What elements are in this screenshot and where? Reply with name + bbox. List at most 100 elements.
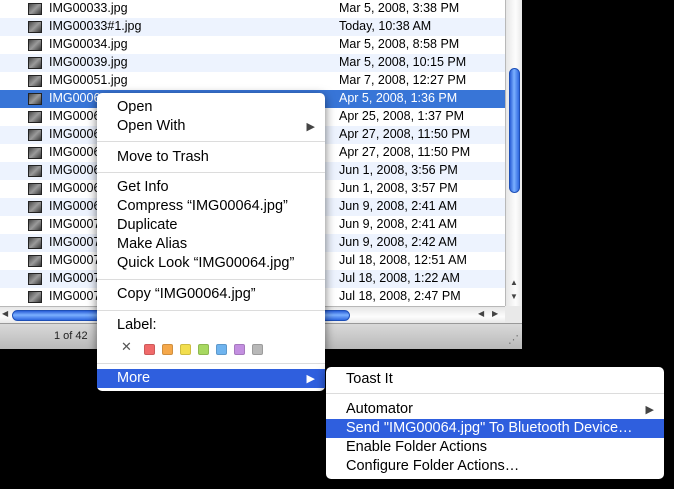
file-date: Jun 1, 2008, 3:56 PM <box>339 163 458 177</box>
file-date: Apr 27, 2008, 11:50 PM <box>339 127 471 141</box>
menu-item-copy[interactable]: Copy “IMG00064.jpg” <box>97 285 325 304</box>
image-thumbnail-icon <box>28 165 42 177</box>
file-name: IMG0006 <box>49 199 101 213</box>
menu-item-label: Configure Folder Actions… <box>346 458 520 474</box>
menu-item-get-info[interactable]: Get Info <box>97 178 325 197</box>
menu-separator <box>97 141 325 142</box>
file-name: IMG00039.jpg <box>49 55 128 69</box>
file-date: Jun 1, 2008, 3:57 PM <box>339 181 458 195</box>
menu-item-label: Automator <box>346 401 413 417</box>
image-thumbnail-icon <box>28 75 42 87</box>
image-thumbnail-icon <box>28 147 42 159</box>
image-thumbnail-icon <box>28 57 42 69</box>
file-name: IMG0006 <box>49 181 101 195</box>
more-submenu: Toast It Automator ▶ Send "IMG00064.jpg"… <box>326 367 664 479</box>
submenu-arrow-icon: ▶ <box>306 373 315 385</box>
image-thumbnail-icon <box>28 219 42 231</box>
label-color-orange[interactable] <box>162 344 173 355</box>
menu-item-enable-folder-actions[interactable]: Enable Folder Actions <box>326 438 664 457</box>
menu-item-label: Compress “IMG00064.jpg” <box>117 198 288 214</box>
menu-item-open[interactable]: Open <box>97 98 325 117</box>
label-color-purple[interactable] <box>234 344 245 355</box>
file-name: IMG0006 <box>49 109 101 123</box>
file-name: IMG0006 <box>49 91 101 105</box>
scroll-right-arrow-icon[interactable]: ▶ <box>492 309 498 318</box>
file-date: Mar 5, 2008, 10:15 PM <box>339 55 467 69</box>
image-thumbnail-icon <box>28 291 42 303</box>
table-row[interactable]: IMG00033.jpg Mar 5, 2008, 3:38 PM <box>0 0 505 18</box>
file-name: IMG0006 <box>49 163 101 177</box>
vertical-scroll-thumb[interactable] <box>509 68 520 193</box>
scroll-up-arrow-icon[interactable]: ▲ <box>510 278 518 287</box>
label-color-gray[interactable] <box>252 344 263 355</box>
submenu-arrow-icon: ▶ <box>306 121 315 133</box>
file-name: IMG00034.jpg <box>49 37 128 51</box>
menu-item-toast-it[interactable]: Toast It <box>326 370 664 389</box>
menu-item-label: Duplicate <box>117 217 178 233</box>
label-heading: Label: <box>117 317 157 333</box>
file-date: Jun 9, 2008, 2:42 AM <box>339 235 458 249</box>
file-date: Jul 18, 2008, 12:51 AM <box>339 253 467 267</box>
context-menu: Open Open With ▶ Move to Trash Get Info … <box>97 93 325 391</box>
file-date: Jul 18, 2008, 2:47 PM <box>339 289 461 303</box>
menu-item-more[interactable]: More ▶ <box>97 369 325 388</box>
file-date: Apr 27, 2008, 11:50 PM <box>339 145 471 159</box>
menu-item-label: Copy “IMG00064.jpg” <box>117 286 256 302</box>
scroll-left-arrow-icon[interactable]: ◀ <box>478 309 484 318</box>
image-thumbnail-icon <box>28 3 42 15</box>
menu-item-label: More <box>117 370 151 386</box>
file-date: Mar 5, 2008, 3:38 PM <box>339 1 460 15</box>
menu-item-quick-look[interactable]: Quick Look “IMG00064.jpg” <box>97 254 325 273</box>
file-date: Jul 18, 2008, 1:22 AM <box>339 271 460 285</box>
table-row[interactable]: IMG00033#1.jpg Today, 10:38 AM <box>0 18 505 36</box>
menu-item-configure-folder-actions[interactable]: Configure Folder Actions… <box>326 457 664 476</box>
table-row[interactable]: IMG00051.jpg Mar 7, 2008, 12:27 PM <box>0 72 505 90</box>
menu-item-automator[interactable]: Automator ▶ <box>326 400 664 419</box>
image-thumbnail-icon <box>28 255 42 267</box>
label-clear-icon[interactable]: ✕ <box>121 339 132 355</box>
file-date: Apr 25, 2008, 1:37 PM <box>339 109 465 123</box>
label-color-red[interactable] <box>144 344 155 355</box>
file-date: Mar 7, 2008, 12:27 PM <box>339 73 467 87</box>
file-name: IMG0007 <box>49 271 101 285</box>
menu-item-label: Move to Trash <box>117 149 209 165</box>
image-thumbnail-icon <box>28 201 42 213</box>
scroll-corner <box>505 306 522 323</box>
vertical-scrollbar[interactable]: ▲ ▼ <box>505 0 522 306</box>
file-name: IMG00033.jpg <box>49 1 128 15</box>
table-row[interactable]: IMG00034.jpg Mar 5, 2008, 8:58 PM <box>0 36 505 54</box>
menu-item-duplicate[interactable]: Duplicate <box>97 216 325 235</box>
image-thumbnail-icon <box>28 273 42 285</box>
label-color-blue[interactable] <box>216 344 227 355</box>
menu-item-label: Make Alias <box>117 236 188 252</box>
table-row[interactable]: IMG00039.jpg Mar 5, 2008, 10:15 PM <box>0 54 505 72</box>
file-name: IMG0007 <box>49 253 101 267</box>
menu-item-move-to-trash[interactable]: Move to Trash <box>97 148 325 167</box>
label-color-yellow[interactable] <box>180 344 191 355</box>
file-name: IMG0007 <box>49 217 101 231</box>
file-name: IMG0006 <box>49 145 101 159</box>
menu-item-label: Quick Look “IMG00064.jpg” <box>117 255 295 271</box>
menu-item-send-to-bluetooth[interactable]: Send "IMG00064.jpg" To Bluetooth Device… <box>326 419 664 438</box>
scroll-down-arrow-icon[interactable]: ▼ <box>510 292 518 301</box>
image-thumbnail-icon <box>28 183 42 195</box>
resize-grip-icon[interactable]: ⋰ <box>508 333 519 346</box>
menu-item-make-alias[interactable]: Make Alias <box>97 235 325 254</box>
menu-item-open-with[interactable]: Open With ▶ <box>97 117 325 136</box>
item-count: 1 of 42 <box>54 330 88 342</box>
image-thumbnail-icon <box>28 93 42 105</box>
file-name: IMG00033#1.jpg <box>49 19 142 33</box>
menu-item-label: Enable Folder Actions <box>346 439 488 455</box>
scroll-left-arrow-icon[interactable]: ◀ <box>2 309 8 318</box>
menu-item-compress[interactable]: Compress “IMG00064.jpg” <box>97 197 325 216</box>
image-thumbnail-icon <box>28 111 42 123</box>
menu-item-label: Open With <box>117 118 186 134</box>
menu-item-label: Open <box>117 99 153 115</box>
file-name: IMG0006 <box>49 127 101 141</box>
menu-item-label: Toast It <box>346 371 393 387</box>
file-date: Apr 5, 2008, 1:36 PM <box>339 91 458 105</box>
image-thumbnail-icon <box>28 39 42 51</box>
menu-item-label: Send "IMG00064.jpg" To Bluetooth Device… <box>346 420 633 436</box>
label-color-green[interactable] <box>198 344 209 355</box>
file-date: Jun 9, 2008, 2:41 AM <box>339 217 458 231</box>
